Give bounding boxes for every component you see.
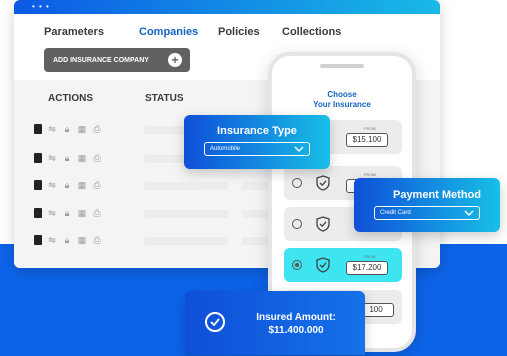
swap-icon[interactable]: ⇋ [47, 124, 57, 134]
column-header-status: STATUS [145, 93, 184, 104]
status-placeholder [242, 237, 268, 245]
insured-amount-label: Insured Amount: [256, 312, 336, 323]
insurance-option-selected[interactable]: FROM $17.200 [284, 248, 402, 282]
phone-title: Choose Your Insurance [272, 90, 412, 110]
from-label: FROM [364, 172, 376, 177]
insured-amount-value: $11.400.000 [268, 325, 324, 336]
insurance-type-title: Insurance Type [217, 125, 297, 137]
insurance-type-card: Insurance Type Automobile [184, 115, 330, 169]
lock-icon[interactable]: 🔒︎ [62, 153, 72, 163]
radio-button[interactable] [292, 219, 302, 229]
swap-icon[interactable]: ⇋ [47, 153, 57, 163]
status-placeholder [242, 210, 268, 218]
insured-amount-card: Insured Amount: $11.400.000 [185, 291, 365, 355]
from-label: FROM [364, 126, 376, 131]
phone-title-line2: Your Insurance [313, 100, 371, 109]
tab-policies[interactable]: Policies [218, 26, 260, 38]
tab-companies[interactable]: Companies [139, 26, 198, 38]
price-tag: $15.100 [346, 133, 388, 147]
window-title-bar: • • • [14, 0, 440, 14]
plus-icon: + [168, 53, 182, 67]
phone-notch [320, 64, 364, 68]
document-icon[interactable] [34, 153, 42, 163]
insured-amount-text: Insured Amount: $11.400.000 [241, 311, 351, 337]
tab-collections[interactable]: Collections [282, 26, 341, 38]
tab-parameters[interactable]: Parameters [44, 26, 104, 38]
insurance-type-select[interactable]: Automobile [204, 142, 310, 156]
print-icon[interactable]: ⎙ [92, 180, 102, 190]
calendar-icon[interactable]: ▦ [77, 208, 87, 218]
lock-icon[interactable]: 🔒︎ [62, 235, 72, 245]
insurance-type-value: Automobile [210, 146, 241, 152]
print-icon[interactable]: ⎙ [92, 153, 102, 163]
lock-icon[interactable]: 🔒︎ [62, 180, 72, 190]
status-placeholder [144, 210, 228, 218]
lock-icon[interactable]: 🔒︎ [62, 124, 72, 134]
radio-button-checked[interactable] [292, 260, 302, 270]
payment-method-value: Credit Card [380, 210, 411, 216]
swap-icon[interactable]: ⇋ [47, 235, 57, 245]
status-placeholder [242, 182, 268, 190]
calendar-icon[interactable]: ▦ [77, 124, 87, 134]
column-header-actions: ACTIONS [48, 93, 93, 104]
shield-check-icon [316, 257, 330, 273]
chevron-down-icon [294, 146, 304, 152]
document-icon[interactable] [34, 180, 42, 190]
status-placeholder [144, 237, 228, 245]
payment-method-select[interactable]: Credit Card [374, 206, 480, 220]
chevron-down-icon [464, 210, 474, 216]
document-icon[interactable] [34, 208, 42, 218]
add-button-label: ADD INSURANCE COMPANY [53, 56, 149, 64]
add-insurance-company-button[interactable]: ADD INSURANCE COMPANY + [44, 48, 190, 72]
document-icon[interactable] [34, 235, 42, 245]
price-tag: $17.200 [346, 261, 388, 275]
calendar-icon[interactable]: ▦ [77, 153, 87, 163]
phone-title-line1: Choose [327, 90, 357, 99]
status-placeholder [144, 182, 228, 190]
payment-method-card: Payment Method Credit Card [354, 178, 500, 232]
shield-check-icon [316, 216, 330, 232]
swap-icon[interactable]: ⇋ [47, 180, 57, 190]
payment-method-title: Payment Method [392, 189, 481, 201]
print-icon[interactable]: ⎙ [92, 208, 102, 218]
print-icon[interactable]: ⎙ [92, 124, 102, 134]
from-label: FROM [364, 254, 376, 259]
lock-icon[interactable]: 🔒︎ [62, 208, 72, 218]
print-icon[interactable]: ⎙ [92, 235, 102, 245]
calendar-icon[interactable]: ▦ [77, 180, 87, 190]
window-dots: • • • [32, 2, 50, 11]
calendar-icon[interactable]: ▦ [77, 235, 87, 245]
check-circle-icon [205, 312, 225, 332]
swap-icon[interactable]: ⇋ [47, 208, 57, 218]
radio-button[interactable] [292, 178, 302, 188]
document-icon[interactable] [34, 124, 42, 134]
shield-check-icon [316, 175, 330, 191]
